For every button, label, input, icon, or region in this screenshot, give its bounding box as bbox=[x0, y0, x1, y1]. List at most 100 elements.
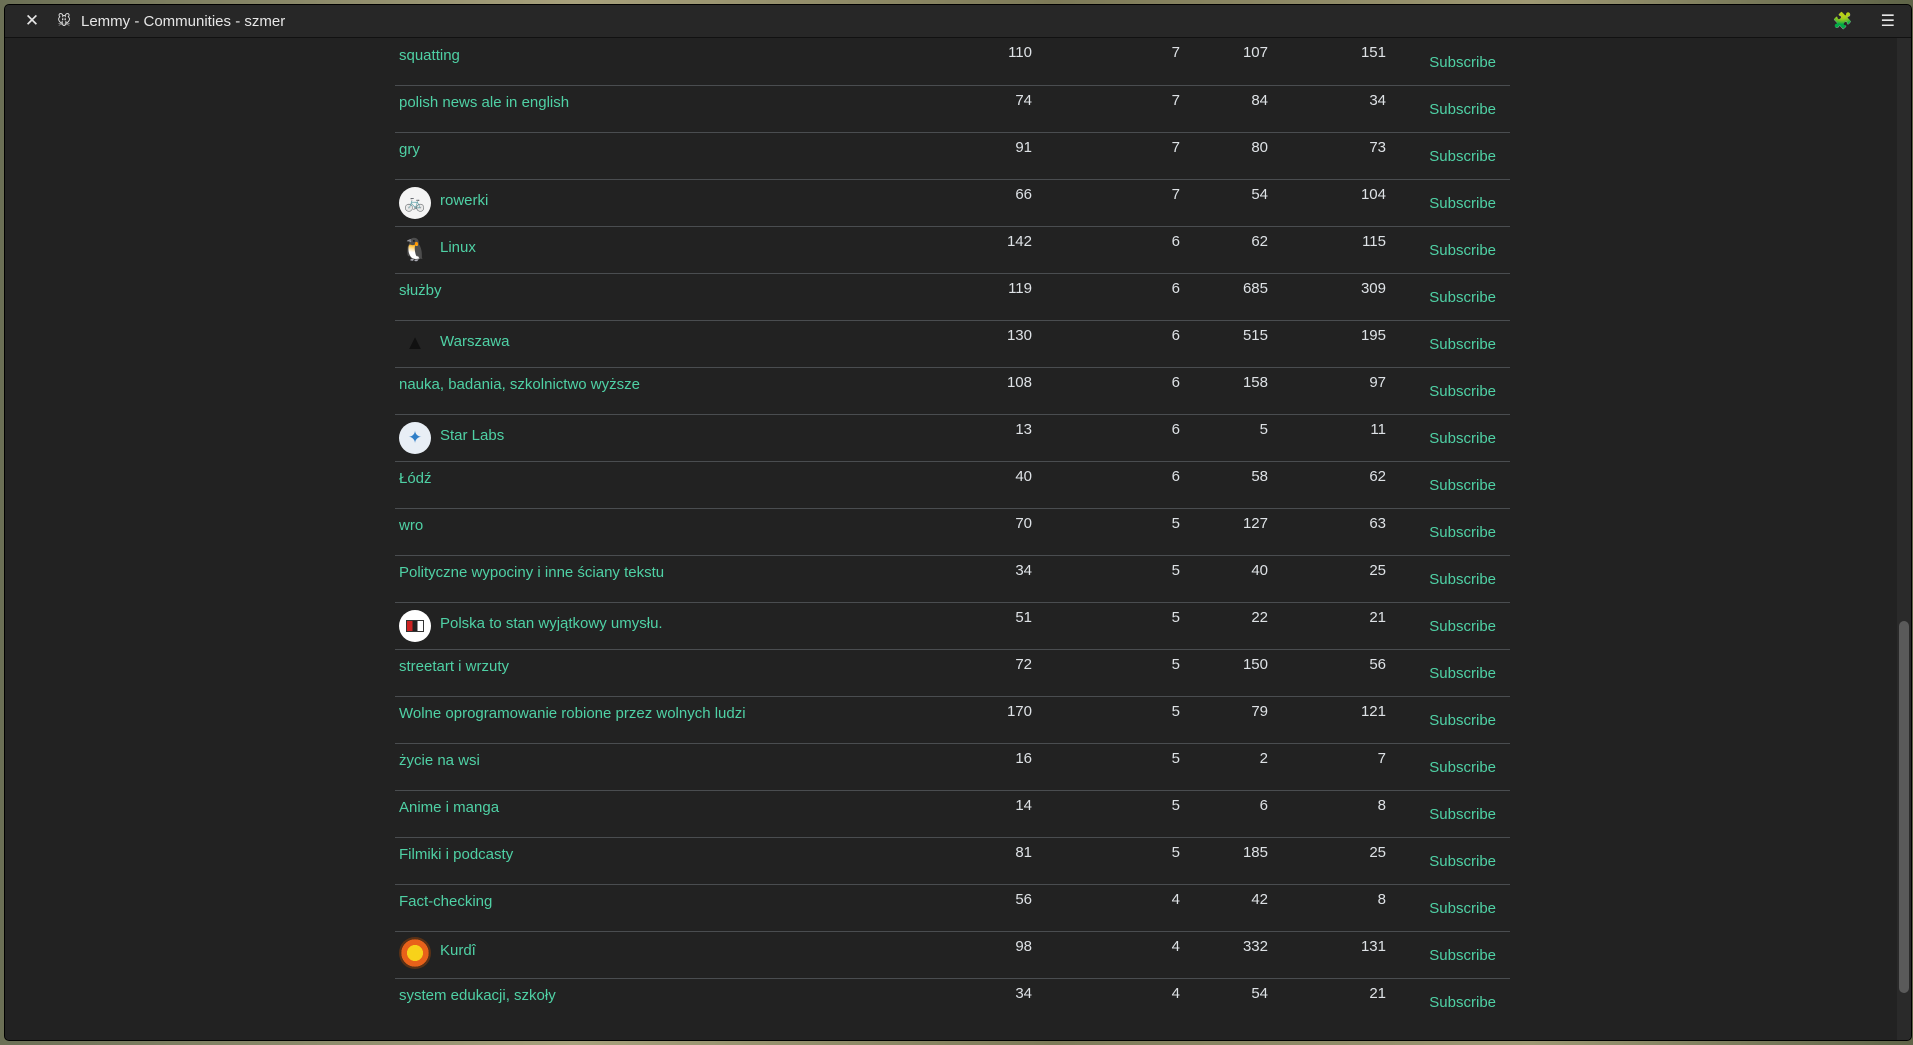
stat-c1: 13 bbox=[1015, 420, 1032, 438]
community-label: Filmiki i podcasty bbox=[399, 846, 514, 863]
subscribe-button[interactable]: Subscribe bbox=[1429, 383, 1496, 400]
subscribe-button[interactable]: Subscribe bbox=[1429, 900, 1496, 917]
stat-c1: 14 bbox=[1015, 796, 1032, 814]
subscribe-button[interactable]: Subscribe bbox=[1429, 947, 1496, 964]
stat-c3: 6 bbox=[1259, 796, 1268, 814]
community-label: Kurdî bbox=[440, 942, 476, 959]
table-row: służby 119 6 685 309 Subscribe bbox=[395, 273, 1510, 320]
community-link[interactable]: ✦ Star Labs bbox=[399, 421, 504, 454]
table-row: Wolne oprogramowanie robione przez wolny… bbox=[395, 696, 1510, 743]
table-row: gry 91 7 80 73 Subscribe bbox=[395, 132, 1510, 179]
subscribe-button[interactable]: Subscribe bbox=[1429, 853, 1496, 870]
subscribe-button[interactable]: Subscribe bbox=[1429, 289, 1496, 306]
community-link[interactable]: Polska to stan wyjątkowy umysłu. bbox=[399, 609, 663, 642]
browser-window: ✕ 🐭 Lemmy - Communities - szmer 🧩 ☰ squa… bbox=[5, 5, 1911, 1040]
palace-of-culture-icon: ▲ bbox=[405, 332, 425, 354]
community-label: Warszawa bbox=[440, 333, 510, 350]
subscribe-button[interactable]: Subscribe bbox=[1429, 618, 1496, 635]
subscribe-button[interactable]: Subscribe bbox=[1429, 101, 1496, 118]
table-row: Kurdî 98 4 332 131 Subscribe bbox=[395, 931, 1510, 978]
community-link[interactable]: gry bbox=[399, 141, 420, 164]
stat-c1: 91 bbox=[1015, 138, 1032, 156]
community-link[interactable]: Anime i manga bbox=[399, 799, 499, 822]
community-link[interactable]: 🚲 rowerki bbox=[399, 186, 488, 219]
subscribe-cell: Subscribe bbox=[1390, 978, 1510, 1025]
stat-c1: 34 bbox=[1015, 984, 1032, 1002]
stat-c1: 98 bbox=[1015, 937, 1032, 955]
community-link[interactable]: Filmiki i podcasty bbox=[399, 846, 513, 869]
subscribe-button[interactable]: Subscribe bbox=[1429, 665, 1496, 682]
subscribe-button[interactable]: Subscribe bbox=[1429, 336, 1496, 353]
community-label: Polska to stan wyjątkowy umysłu. bbox=[440, 615, 663, 632]
community-name-cell: Łódź bbox=[395, 461, 963, 508]
stat-c3: 5 bbox=[1259, 420, 1268, 438]
subscribe-cell: Subscribe bbox=[1390, 320, 1510, 367]
community-name-cell: 🐧 Linux bbox=[395, 226, 963, 273]
subscribe-button[interactable]: Subscribe bbox=[1429, 148, 1496, 165]
stat-c4: 11 bbox=[1370, 420, 1386, 438]
community-name-cell: Fact-checking bbox=[395, 884, 963, 931]
stat-c2: 6 bbox=[1171, 467, 1180, 485]
community-link[interactable]: ▲ Warszawa bbox=[399, 328, 509, 360]
community-name-cell: streetart i wrzuty bbox=[395, 649, 963, 696]
subscribe-button[interactable]: Subscribe bbox=[1429, 712, 1496, 729]
stat-c3: 158 bbox=[1242, 373, 1268, 391]
subscribe-cell: Subscribe bbox=[1390, 602, 1510, 649]
stat-c1: 16 bbox=[1015, 749, 1032, 767]
close-icon[interactable]: ✕ bbox=[21, 11, 43, 31]
stat-c4: 8 bbox=[1377, 796, 1386, 814]
community-link[interactable]: Kurdî bbox=[399, 936, 476, 969]
community-link[interactable]: 🐧 Linux bbox=[399, 234, 476, 266]
subscribe-cell: Subscribe bbox=[1390, 226, 1510, 273]
community-link[interactable]: Polityczne wypociny i inne ściany tekstu bbox=[399, 564, 664, 587]
stat-c3: 58 bbox=[1251, 467, 1268, 485]
vertical-scrollbar[interactable] bbox=[1897, 38, 1911, 1040]
subscribe-button[interactable]: Subscribe bbox=[1429, 430, 1496, 447]
community-link[interactable]: służby bbox=[399, 282, 442, 305]
community-link[interactable]: Wolne oprogramowanie robione przez wolny… bbox=[399, 705, 746, 728]
subscribe-button[interactable]: Subscribe bbox=[1429, 242, 1496, 259]
stat-c3: 332 bbox=[1242, 937, 1268, 955]
community-link[interactable]: squatting bbox=[399, 47, 460, 70]
community-name-cell: system edukacji, szkoły bbox=[395, 978, 963, 1025]
stat-c1: 108 bbox=[1006, 373, 1032, 391]
extensions-icon[interactable]: 🧩 bbox=[1833, 11, 1853, 31]
community-name-cell: 🚲 rowerki bbox=[395, 179, 963, 226]
community-name-cell: Polityczne wypociny i inne ściany tekstu bbox=[395, 555, 963, 602]
community-link[interactable]: Fact-checking bbox=[399, 893, 492, 916]
subscribe-button[interactable]: Subscribe bbox=[1429, 994, 1496, 1011]
table-row: Polityczne wypociny i inne ściany tekstu… bbox=[395, 555, 1510, 602]
community-label: wro bbox=[399, 517, 424, 534]
stat-c3: 84 bbox=[1251, 91, 1268, 109]
scrollbar-thumb[interactable] bbox=[1899, 621, 1909, 993]
subscribe-button[interactable]: Subscribe bbox=[1429, 759, 1496, 776]
subscribe-button[interactable]: Subscribe bbox=[1429, 571, 1496, 588]
subscribe-button[interactable]: Subscribe bbox=[1429, 477, 1496, 494]
community-link[interactable]: streetart i wrzuty bbox=[399, 658, 509, 681]
subscribe-button[interactable]: Subscribe bbox=[1429, 54, 1496, 71]
stat-c2: 4 bbox=[1171, 890, 1180, 908]
community-link[interactable]: polish news ale in english bbox=[399, 94, 569, 117]
subscribe-button[interactable]: Subscribe bbox=[1429, 195, 1496, 212]
menu-icon[interactable]: ☰ bbox=[1881, 11, 1895, 31]
stat-c4: 25 bbox=[1369, 843, 1386, 861]
flag-icon bbox=[399, 609, 431, 642]
stat-c1: 74 bbox=[1015, 91, 1032, 109]
subscribe-cell: Subscribe bbox=[1390, 931, 1510, 978]
community-link[interactable]: Łódź bbox=[399, 470, 432, 493]
subscribe-button[interactable]: Subscribe bbox=[1429, 806, 1496, 823]
community-name-cell: służby bbox=[395, 273, 963, 320]
community-link[interactable]: nauka, badania, szkolnictwo wyższe bbox=[399, 376, 640, 399]
stat-c4: 62 bbox=[1369, 467, 1386, 485]
community-link[interactable]: życie na wsi bbox=[399, 752, 480, 775]
community-name-cell: wro bbox=[395, 508, 963, 555]
community-link[interactable]: wro bbox=[399, 517, 423, 540]
table-row: polish news ale in english 74 7 84 34 Subscri… bbox=[395, 85, 1510, 132]
subscribe-button[interactable]: Subscribe bbox=[1429, 524, 1496, 541]
stat-c2: 6 bbox=[1171, 373, 1180, 391]
community-link[interactable]: system edukacji, szkoły bbox=[399, 987, 556, 1010]
community-label: nauka, badania, szkolnictwo wyższe bbox=[399, 376, 640, 393]
stat-c1: 40 bbox=[1015, 467, 1032, 485]
community-label: streetart i wrzuty bbox=[399, 658, 510, 675]
star-labs-logo-icon: ✦ bbox=[399, 421, 431, 454]
